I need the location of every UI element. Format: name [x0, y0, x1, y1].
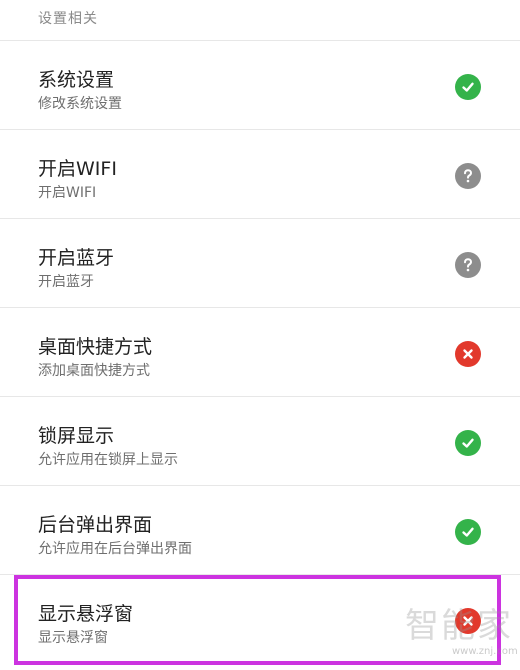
- question-circle-icon[interactable]: [455, 252, 481, 278]
- watermark-url: www.znj.com: [452, 646, 518, 657]
- check-circle-icon[interactable]: [455, 74, 481, 100]
- x-circle-icon[interactable]: [455, 341, 481, 367]
- permission-row-background-popup[interactable]: 后台弹出界面 允许应用在后台弹出界面: [0, 485, 520, 574]
- permission-subtitle: 允许应用在锁屏上显示: [38, 452, 178, 468]
- permission-subtitle: 开启WIFI: [38, 185, 97, 201]
- permission-row-system-settings[interactable]: 系统设置 修改系统设置: [0, 40, 520, 129]
- permission-list: 系统设置 修改系统设置 开启WIFI 开启WIFI 开启蓝牙 开启蓝牙 桌面快捷…: [0, 40, 520, 663]
- permission-title: 后台弹出界面: [38, 514, 153, 536]
- permission-row-bluetooth[interactable]: 开启蓝牙 开启蓝牙: [0, 218, 520, 307]
- permission-row-lockscreen-display[interactable]: 锁屏显示 允许应用在锁屏上显示: [0, 396, 520, 485]
- permission-title: 开启WIFI: [38, 158, 117, 180]
- check-circle-icon[interactable]: [455, 430, 481, 456]
- section-header: 设置相关: [38, 11, 98, 27]
- check-circle-icon[interactable]: [455, 519, 481, 545]
- permission-title: 桌面快捷方式: [38, 336, 153, 358]
- permission-subtitle: 允许应用在后台弹出界面: [38, 541, 192, 557]
- permission-subtitle: 添加桌面快捷方式: [38, 363, 150, 379]
- permission-subtitle: 修改系统设置: [38, 96, 122, 112]
- permission-subtitle: 开启蓝牙: [38, 274, 94, 290]
- permission-title: 显示悬浮窗: [38, 603, 134, 625]
- permission-subtitle: 显示悬浮窗: [38, 630, 108, 646]
- permission-row-desktop-shortcut[interactable]: 桌面快捷方式 添加桌面快捷方式: [0, 307, 520, 396]
- question-circle-icon[interactable]: [455, 163, 481, 189]
- permission-title: 开启蓝牙: [38, 247, 115, 269]
- permissions-screen: 设置相关 系统设置 修改系统设置 开启WIFI 开启WIFI 开启蓝牙 开启蓝牙…: [0, 0, 520, 670]
- watermark-logo: 智能家: [405, 606, 513, 646]
- permission-row-wifi[interactable]: 开启WIFI 开启WIFI: [0, 129, 520, 218]
- permission-title: 锁屏显示: [38, 425, 115, 447]
- permission-title: 系统设置: [38, 69, 115, 91]
